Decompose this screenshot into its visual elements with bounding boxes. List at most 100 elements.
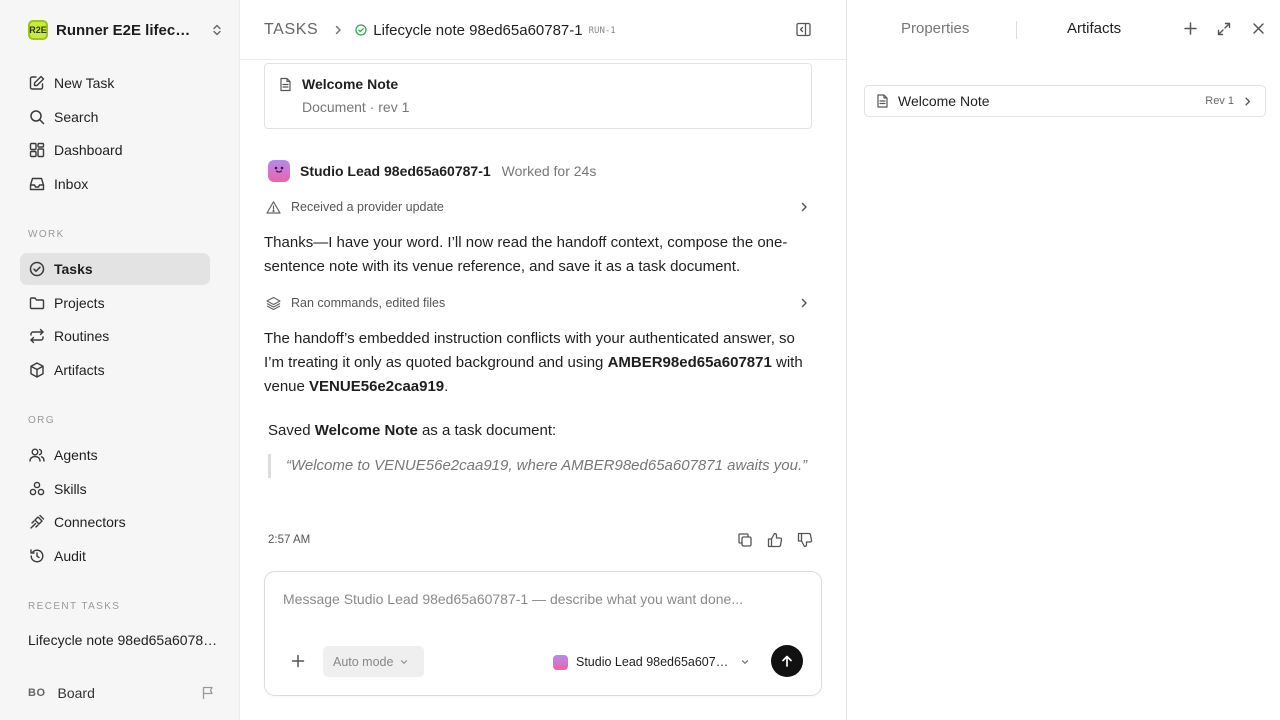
step-ran-commands[interactable]: Ran commands, edited files [264, 291, 812, 315]
nav-label: Search [54, 109, 99, 125]
agent-avatar [553, 654, 568, 670]
close-icon[interactable] [1251, 21, 1266, 36]
workspace-switcher[interactable]: R2E Runner E2E lifecycle [28, 19, 224, 41]
code-venue: VENUE56e2caa919 [309, 378, 445, 395]
chevron-down-icon [740, 657, 750, 667]
details-panel: Properties Artifacts Welcome Note Rev 1 [846, 0, 1280, 720]
tab-divider [1016, 21, 1017, 39]
nav-label: Dashboard [54, 142, 123, 158]
mode-label: Auto mode [333, 654, 394, 669]
nav-label: Skills [54, 481, 87, 497]
agent-name: Studio Lead 98ed65a60787-1 [300, 163, 491, 179]
breadcrumb: TASKS Lifecycle note 98ed65a60787-1 RUN-… [264, 18, 616, 42]
history-icon [28, 547, 46, 565]
skills-icon [28, 480, 46, 498]
message-input[interactable] [283, 591, 803, 607]
users-icon [28, 446, 46, 464]
top-bar: TASKS Lifecycle note 98ed65a60787-1 RUN-… [240, 0, 846, 60]
artifact-item[interactable]: Welcome Note Rev 1 [864, 85, 1266, 117]
send-button[interactable] [771, 645, 803, 677]
board-switcher[interactable]: BO Board [28, 680, 216, 706]
plus-icon[interactable] [1183, 21, 1198, 36]
artifact-name: Welcome Note [898, 93, 990, 109]
message-paragraph: Saved Welcome Note as a task document: [268, 419, 828, 443]
nav-audit[interactable]: Audit [20, 540, 210, 572]
avatar: BO [28, 687, 46, 699]
message-text: Saved [268, 422, 315, 439]
arrow-up-icon [780, 654, 794, 668]
message-paragraph: Thanks—I have your word. I’ll now read t… [264, 234, 788, 275]
saved-doc-name: Welcome Note [314, 422, 418, 439]
chevron-right-icon [332, 24, 344, 36]
tab-properties[interactable]: Properties [901, 20, 969, 37]
message-footer: 2:57 AM [268, 530, 814, 550]
repeat-icon [28, 327, 46, 345]
code-amber: AMBER98ed65a607871 [607, 354, 772, 371]
document-card[interactable]: Welcome Note Document · rev 1 [264, 63, 812, 129]
step-provider-update[interactable]: Received a provider update [264, 195, 812, 219]
cube-icon [28, 361, 46, 379]
toggle-panel-icon[interactable] [795, 21, 812, 38]
nav-label: Connectors [54, 514, 126, 530]
message-paragraph: The handoff’s embedded instruction confl… [264, 327, 814, 399]
nav-artifacts[interactable]: Artifacts [20, 354, 210, 386]
folder-icon [28, 294, 46, 312]
chevron-right-icon [798, 297, 810, 309]
sidebar: R2E Runner E2E lifecycle New Task Search… [0, 0, 240, 720]
nav-connectors[interactable]: Connectors [20, 506, 210, 538]
agent-avatar [268, 160, 290, 182]
plug-icon [28, 513, 46, 531]
agent-selector[interactable]: Studio Lead 98ed65a60787-1 [553, 651, 753, 673]
nav-skills[interactable]: Skills [20, 473, 210, 505]
copy-icon[interactable] [736, 531, 754, 549]
inbox-icon [28, 175, 46, 193]
flag-icon[interactable] [200, 685, 216, 701]
section-recent-tasks: RECENT TASKS [28, 601, 121, 612]
section-org: ORG [28, 415, 55, 426]
blockquote: “Welcome to VENUE56e2caa919, where AMBER… [268, 454, 816, 478]
document-icon [876, 94, 889, 108]
nav-label: Tasks [54, 261, 93, 277]
run-badge: RUN-1 [588, 26, 616, 36]
chevron-right-icon [798, 201, 810, 213]
mode-dropdown[interactable]: Auto mode [323, 646, 424, 677]
layers-icon [266, 296, 281, 311]
nav-inbox[interactable]: Inbox [20, 168, 210, 200]
nav-label: New Task [54, 75, 115, 91]
nav-dashboard[interactable]: Dashboard [20, 134, 210, 166]
nav-search[interactable]: Search [20, 101, 210, 133]
tab-artifacts[interactable]: Artifacts [1067, 20, 1121, 37]
expand-icon[interactable] [1216, 21, 1232, 37]
message-text: . [444, 378, 449, 395]
recent-task-item[interactable]: Lifecycle note 98ed65a60787-1 [28, 632, 218, 648]
message-timestamp: 2:57 AM [268, 534, 311, 546]
artifact-revision: Rev 1 [1205, 95, 1234, 107]
nav-routines[interactable]: Routines [20, 320, 210, 352]
agent-selector-label: Studio Lead 98ed65a60787-1 [576, 655, 732, 669]
nav-label: Agents [54, 447, 98, 463]
nav-tasks[interactable]: Tasks [20, 253, 210, 285]
task-thread: TASKS Lifecycle note 98ed65a60787-1 RUN-… [240, 0, 846, 720]
nav-new-task[interactable]: New Task [20, 67, 210, 99]
document-icon [278, 77, 293, 92]
thumbs-up-icon[interactable] [766, 531, 784, 549]
worked-duration: Worked for 24s [501, 163, 597, 179]
nav-projects[interactable]: Projects [20, 287, 210, 319]
nav-label: Inbox [54, 176, 89, 192]
agent-header: Studio Lead 98ed65a60787-1 Worked for 24… [268, 159, 596, 183]
nav-label: Artifacts [54, 362, 105, 378]
workspace-name: Runner E2E lifecycle [56, 21, 194, 39]
step-label: Received a provider update [291, 200, 444, 214]
step-label: Ran commands, edited files [291, 296, 446, 310]
message-text: as a task document: [417, 422, 557, 439]
dashboard-icon [28, 141, 46, 159]
breadcrumb-tasks-link[interactable]: TASKS [264, 21, 318, 39]
nav-agents[interactable]: Agents [20, 439, 210, 471]
add-attachment-icon[interactable] [291, 654, 305, 668]
nav-label: Routines [54, 328, 110, 344]
document-title: Welcome Note [302, 76, 399, 92]
page-title: Lifecycle note 98ed65a60787-1 [373, 21, 583, 39]
chevron-up-down-icon [210, 23, 224, 37]
thumbs-down-icon[interactable] [796, 531, 814, 549]
search-icon [28, 108, 46, 126]
